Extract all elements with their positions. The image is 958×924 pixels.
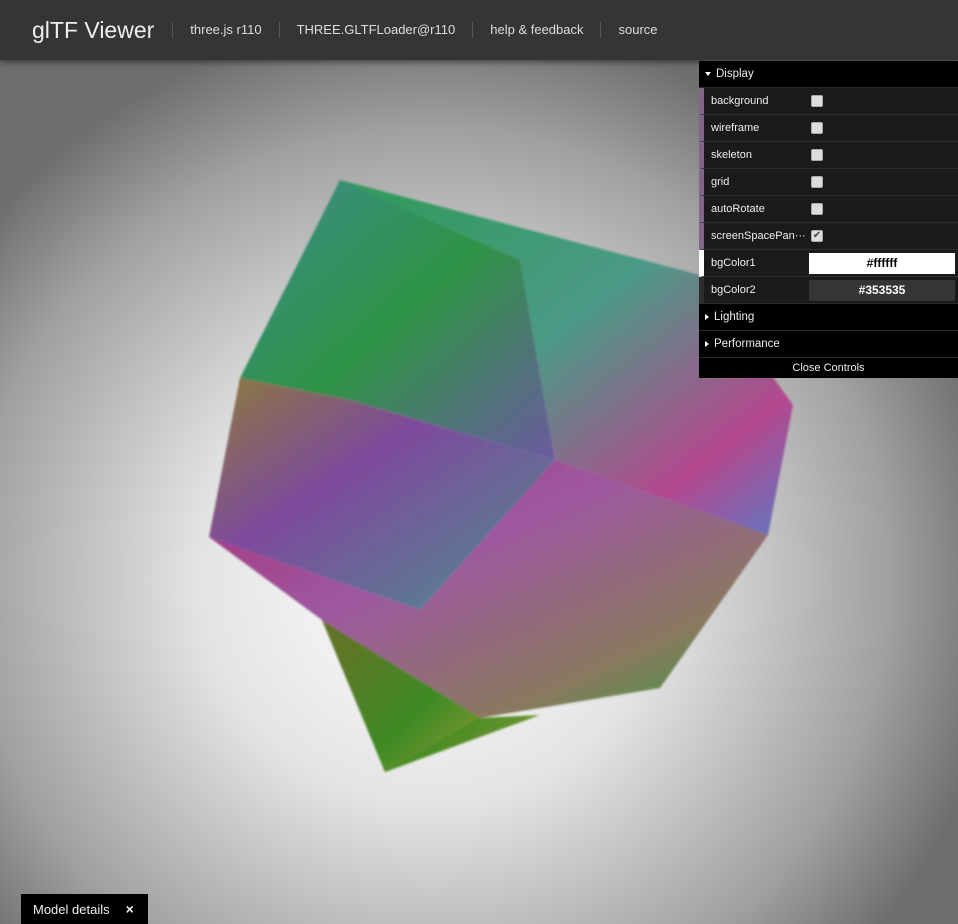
model-details-label: Model details [33, 901, 110, 917]
triangle-right-icon [705, 314, 709, 320]
folder-display[interactable]: Display [699, 61, 958, 88]
folder-performance-label: Performance [714, 338, 780, 350]
app-header: glTF Viewer three.js r110 THREE.GLTFLoad… [0, 0, 958, 60]
bgcolor1-input[interactable]: #ffffff [809, 252, 955, 274]
bgcolor2-row: bgColor2 #353535 [699, 277, 958, 304]
toggle-label: background [711, 95, 769, 107]
app-title: glTF Viewer [32, 16, 155, 43]
toggle-label: wireframe [711, 122, 760, 134]
toggle-row: wireframe [699, 115, 958, 142]
link-source[interactable]: source [600, 22, 674, 38]
toggle-row: autoRotate [699, 196, 958, 223]
bgcolor2-label: bgColor2 [711, 284, 756, 296]
link-help[interactable]: help & feedback [472, 22, 600, 38]
folder-performance[interactable]: Performance [699, 331, 958, 358]
bgcolor1-label: bgColor1 [711, 257, 756, 269]
close-icon[interactable]: × [126, 901, 134, 917]
model-details-button[interactable]: Model details × [21, 894, 148, 924]
checkbox[interactable] [811, 176, 823, 188]
checkbox[interactable] [811, 95, 823, 107]
triangle-down-icon [705, 72, 711, 76]
bgcolor2-input[interactable]: #353535 [809, 279, 955, 301]
toggle-row: screenSpacePan··· ✔ [699, 223, 958, 250]
folder-lighting[interactable]: Lighting [699, 304, 958, 331]
checkbox[interactable] [811, 203, 823, 215]
folder-display-label: Display [716, 68, 754, 80]
checkbox[interactable] [811, 149, 823, 161]
close-controls-button[interactable]: Close Controls [699, 358, 958, 378]
toggle-label: screenSpacePan··· [711, 230, 806, 242]
checkbox[interactable] [811, 122, 823, 134]
toggle-label: skeleton [711, 149, 752, 161]
toggle-label: grid [711, 176, 730, 188]
toggle-row: background [699, 88, 958, 115]
toggle-row: grid [699, 169, 958, 196]
bgcolor1-row: bgColor1 #ffffff [699, 250, 958, 277]
checkbox[interactable]: ✔ [811, 230, 823, 242]
triangle-right-icon [705, 341, 709, 347]
folder-lighting-label: Lighting [714, 311, 755, 323]
link-gltfloader[interactable]: THREE.GLTFLoader@r110 [278, 22, 473, 38]
controls-panel: Display background wireframe skeleton grid a… [699, 61, 958, 378]
toggle-label: autoRotate [711, 203, 765, 215]
link-threejs[interactable]: three.js r110 [172, 22, 278, 38]
toggle-row: skeleton [699, 142, 958, 169]
